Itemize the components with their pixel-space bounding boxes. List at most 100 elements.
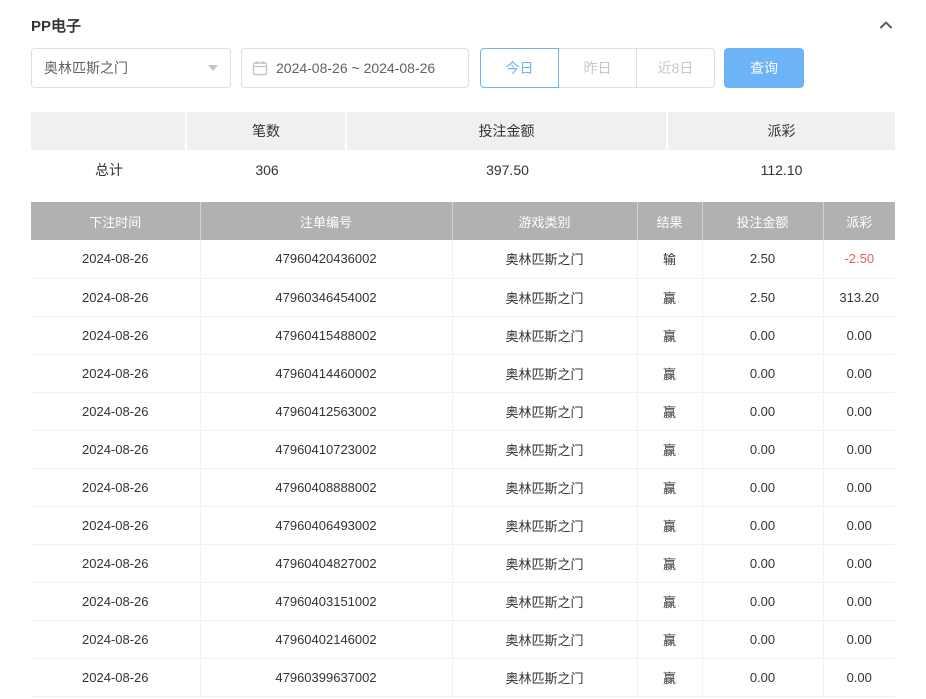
result-cell: 赢 bbox=[637, 582, 702, 620]
table-row: 2024-08-26 47960414460002 奥林匹斯之门 赢 0.00 … bbox=[31, 354, 895, 392]
bet-time-cell: 2024-08-26 bbox=[31, 316, 200, 354]
bet-amount-cell: 0.00 bbox=[702, 544, 823, 582]
result-cell: 赢 bbox=[637, 278, 702, 316]
pp-electronic-panel: PP电子 奥林匹斯之门 2024-08-26 ~ 2 bbox=[0, 0, 926, 697]
bet-amount-cell: 2.50 bbox=[702, 240, 823, 278]
bet-amount-cell: 0.00 bbox=[702, 354, 823, 392]
result-cell: 赢 bbox=[637, 506, 702, 544]
bet-amount-cell: 0.00 bbox=[702, 430, 823, 468]
table-row: 2024-08-26 47960406493002 奥林匹斯之门 赢 0.00 … bbox=[31, 506, 895, 544]
chevron-up-icon bbox=[877, 16, 895, 34]
bet-records-table: 下注时间 注单编号 游戏类别 结果 投注金额 派彩 2024-08-26 479… bbox=[31, 202, 895, 697]
table-row: 2024-08-26 47960346454002 奥林匹斯之门 赢 2.50 … bbox=[31, 278, 895, 316]
column-header-game-type: 游戏类别 bbox=[452, 202, 637, 240]
yesterday-button[interactable]: 昨日 bbox=[558, 48, 637, 88]
table-row: 2024-08-26 47960408888002 奥林匹斯之门 赢 0.00 … bbox=[31, 468, 895, 506]
order-id-cell: 47960408888002 bbox=[200, 468, 452, 506]
quick-date-button-group: 今日 昨日 近8日 bbox=[480, 48, 715, 88]
result-cell: 赢 bbox=[637, 620, 702, 658]
search-button[interactable]: 查询 bbox=[724, 48, 804, 88]
summary-header-payout: 派彩 bbox=[668, 112, 895, 150]
order-id-cell: 47960412563002 bbox=[200, 392, 452, 430]
summary-header-row: 笔数 投注金额 派彩 bbox=[31, 112, 895, 150]
game-type-cell: 奥林匹斯之门 bbox=[452, 658, 637, 696]
bet-time-cell: 2024-08-26 bbox=[31, 620, 200, 658]
result-cell: 输 bbox=[637, 240, 702, 278]
payout-cell: 0.00 bbox=[823, 582, 895, 620]
order-id-cell: 47960406493002 bbox=[200, 506, 452, 544]
order-id-cell: 47960420436002 bbox=[200, 240, 452, 278]
payout-cell: 0.00 bbox=[823, 544, 895, 582]
table-row: 2024-08-26 47960410723002 奥林匹斯之门 赢 0.00 … bbox=[31, 430, 895, 468]
summary-table: 笔数 投注金额 派彩 总计 306 397.50 112.10 bbox=[31, 112, 895, 190]
payout-cell: 0.00 bbox=[823, 316, 895, 354]
page-title: PP电子 bbox=[31, 15, 81, 36]
summary-total-bet-amount: 397.50 bbox=[347, 150, 668, 190]
payout-cell: 0.00 bbox=[823, 430, 895, 468]
table-row: 2024-08-26 47960412563002 奥林匹斯之门 赢 0.00 … bbox=[31, 392, 895, 430]
game-type-cell: 奥林匹斯之门 bbox=[452, 468, 637, 506]
bet-time-cell: 2024-08-26 bbox=[31, 354, 200, 392]
bet-amount-cell: 0.00 bbox=[702, 316, 823, 354]
bet-time-cell: 2024-08-26 bbox=[31, 544, 200, 582]
payout-cell: -2.50 bbox=[823, 240, 895, 278]
payout-cell: 0.00 bbox=[823, 658, 895, 696]
column-header-result: 结果 bbox=[637, 202, 702, 240]
payout-cell: 0.00 bbox=[823, 392, 895, 430]
summary-header-empty bbox=[31, 112, 187, 150]
last-8-days-button[interactable]: 近8日 bbox=[636, 48, 715, 88]
payout-cell: 0.00 bbox=[823, 506, 895, 544]
game-type-cell: 奥林匹斯之门 bbox=[452, 430, 637, 468]
game-select-value: 奥林匹斯之门 bbox=[44, 58, 128, 78]
result-cell: 赢 bbox=[637, 354, 702, 392]
column-header-order-id: 注单编号 bbox=[200, 202, 452, 240]
table-row: 2024-08-26 47960402146002 奥林匹斯之门 赢 0.00 … bbox=[31, 620, 895, 658]
column-header-bet-time: 下注时间 bbox=[31, 202, 200, 240]
summary-total-row: 总计 306 397.50 112.10 bbox=[31, 150, 895, 190]
game-select[interactable]: 奥林匹斯之门 bbox=[31, 48, 231, 88]
bet-amount-cell: 2.50 bbox=[702, 278, 823, 316]
order-id-cell: 47960410723002 bbox=[200, 430, 452, 468]
bet-time-cell: 2024-08-26 bbox=[31, 278, 200, 316]
game-type-cell: 奥林匹斯之门 bbox=[452, 240, 637, 278]
game-type-cell: 奥林匹斯之门 bbox=[452, 316, 637, 354]
result-cell: 赢 bbox=[637, 658, 702, 696]
order-id-cell: 47960414460002 bbox=[200, 354, 452, 392]
today-button[interactable]: 今日 bbox=[480, 48, 559, 88]
order-id-cell: 47960415488002 bbox=[200, 316, 452, 354]
result-cell: 赢 bbox=[637, 430, 702, 468]
order-id-cell: 47960346454002 bbox=[200, 278, 452, 316]
game-type-cell: 奥林匹斯之门 bbox=[452, 278, 637, 316]
filter-bar: 奥林匹斯之门 2024-08-26 ~ 2024-08-26 今日 昨日 近8日… bbox=[31, 48, 895, 88]
bet-time-cell: 2024-08-26 bbox=[31, 430, 200, 468]
table-row: 2024-08-26 47960420436002 奥林匹斯之门 输 2.50 … bbox=[31, 240, 895, 278]
order-id-cell: 47960402146002 bbox=[200, 620, 452, 658]
bet-amount-cell: 0.00 bbox=[702, 582, 823, 620]
result-cell: 赢 bbox=[637, 392, 702, 430]
result-cell: 赢 bbox=[637, 468, 702, 506]
bet-time-cell: 2024-08-26 bbox=[31, 392, 200, 430]
game-type-cell: 奥林匹斯之门 bbox=[452, 354, 637, 392]
summary-header-count: 笔数 bbox=[187, 112, 347, 150]
bet-time-cell: 2024-08-26 bbox=[31, 582, 200, 620]
table-row: 2024-08-26 47960403151002 奥林匹斯之门 赢 0.00 … bbox=[31, 582, 895, 620]
bet-time-cell: 2024-08-26 bbox=[31, 240, 200, 278]
game-type-cell: 奥林匹斯之门 bbox=[452, 544, 637, 582]
game-type-cell: 奥林匹斯之门 bbox=[452, 392, 637, 430]
result-cell: 赢 bbox=[637, 316, 702, 354]
summary-header-bet-amount: 投注金额 bbox=[347, 112, 668, 150]
result-cell: 赢 bbox=[637, 544, 702, 582]
summary-total-count: 306 bbox=[187, 150, 347, 190]
payout-cell: 0.00 bbox=[823, 468, 895, 506]
game-type-cell: 奥林匹斯之门 bbox=[452, 582, 637, 620]
date-range-value: 2024-08-26 ~ 2024-08-26 bbox=[276, 60, 435, 76]
collapse-panel-button[interactable] bbox=[877, 16, 895, 34]
bet-amount-cell: 0.00 bbox=[702, 468, 823, 506]
date-range-input[interactable]: 2024-08-26 ~ 2024-08-26 bbox=[241, 48, 469, 88]
game-type-cell: 奥林匹斯之门 bbox=[452, 506, 637, 544]
table-header-row: 下注时间 注单编号 游戏类别 结果 投注金额 派彩 bbox=[31, 202, 895, 240]
order-id-cell: 47960403151002 bbox=[200, 582, 452, 620]
order-id-cell: 47960404827002 bbox=[200, 544, 452, 582]
order-id-cell: 47960399637002 bbox=[200, 658, 452, 696]
summary-total-label: 总计 bbox=[31, 150, 187, 190]
